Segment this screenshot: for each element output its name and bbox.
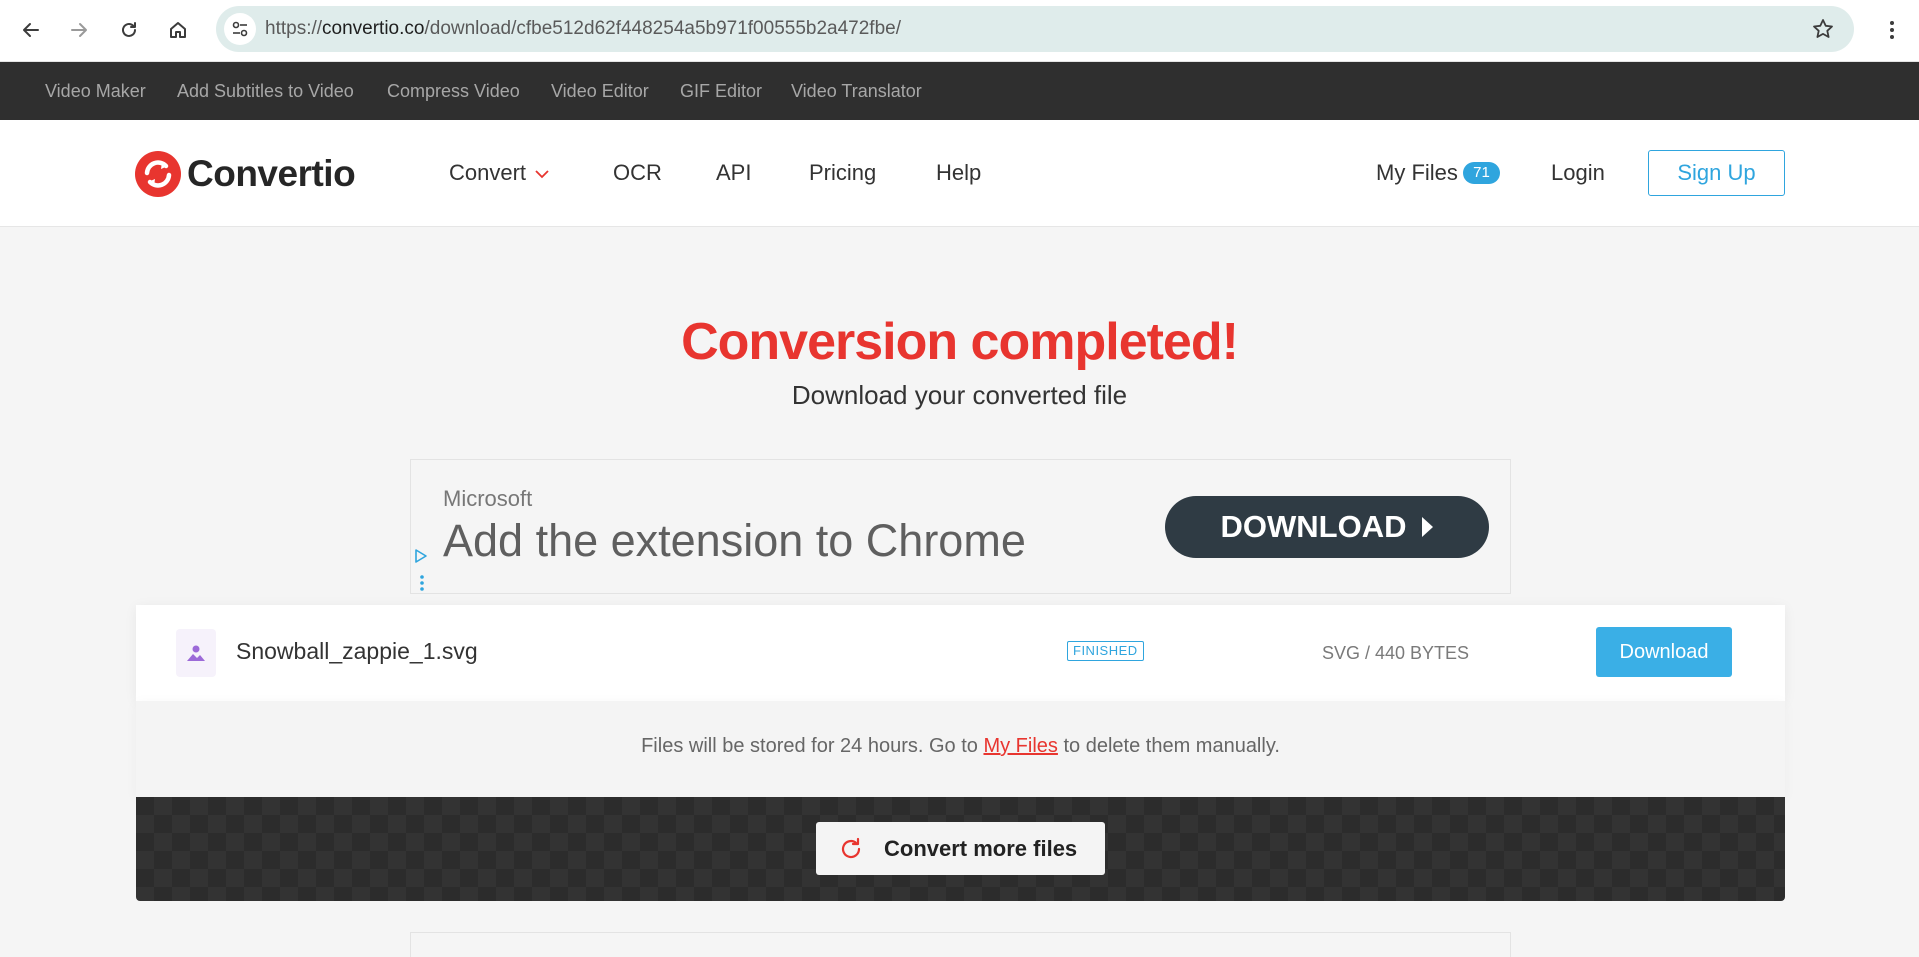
bookmark-star-icon[interactable] — [1812, 18, 1834, 40]
chevron-down-icon — [535, 170, 549, 179]
tools-strip: Video Maker Add Subtitles to Video Compr… — [0, 62, 1919, 120]
url-path: /download/cfbe512d62f448254a5b971f00555b… — [424, 18, 901, 39]
arrow-left-icon — [23, 23, 39, 37]
my-files-count-badge: 71 — [1463, 162, 1500, 184]
tool-link-compress-video[interactable]: Compress Video — [387, 62, 520, 120]
storage-note-text-end: to delete them manually. — [1057, 735, 1280, 757]
file-name: Snowball_zappie_1.svg — [236, 638, 478, 664]
nav-convert-label: Convert — [449, 160, 527, 185]
back-button[interactable] — [13, 12, 49, 48]
tool-link-video-maker[interactable]: Video Maker — [45, 62, 146, 120]
home-icon — [170, 22, 186, 38]
page-subtitle: Download your converted file — [791, 380, 1128, 410]
tool-link-video-translator[interactable]: Video Translator — [791, 62, 922, 120]
storage-note-text: Files will be stored for 24 hours. Go to — [641, 735, 984, 757]
status-badge: FINISHED — [1067, 641, 1144, 661]
ad-download-button[interactable]: DOWNLOAD — [1165, 496, 1489, 558]
tool-link-add-subtitles[interactable]: Add Subtitles to Video — [177, 62, 354, 120]
reload-button[interactable] — [111, 12, 147, 48]
ad-download-label: DOWNLOAD — [1220, 509, 1407, 544]
play-arrow-icon — [1422, 516, 1434, 537]
image-file-icon — [176, 629, 216, 677]
convert-more-label: Convert more files — [884, 835, 1078, 861]
ad-banner[interactable]: Microsoft Add the extension to Chrome DO… — [410, 459, 1511, 594]
storage-note: Files will be stored for 24 hours. Go to… — [136, 701, 1785, 791]
image-icon — [187, 645, 205, 661]
ad-choices-icon[interactable] — [414, 548, 428, 564]
nav-convert[interactable]: Convert — [449, 120, 550, 226]
logo-text: Convertio — [187, 153, 356, 194]
reload-icon — [122, 22, 136, 37]
arrow-right-icon — [71, 23, 87, 37]
site-header: Convertio Convert OCR API Pricing Help M… — [0, 120, 1919, 227]
login-link[interactable]: Login — [1551, 120, 1605, 226]
nav-pricing[interactable]: Pricing — [809, 120, 876, 226]
forward-button[interactable] — [61, 12, 97, 48]
browser-menu-button[interactable] — [1874, 12, 1910, 48]
ad-brand: Microsoft — [443, 486, 533, 511]
convert-more-button[interactable]: Convert more files — [816, 822, 1105, 875]
tool-link-gif-editor[interactable]: GIF Editor — [680, 62, 762, 120]
nav-help[interactable]: Help — [936, 120, 981, 226]
bottom-ad-slot — [410, 932, 1511, 957]
url-scheme: https:// — [265, 18, 323, 39]
file-size: SVG / 440 BYTES — [1322, 643, 1470, 663]
home-button[interactable] — [160, 12, 196, 48]
convertio-logo-icon — [135, 151, 181, 197]
my-files-inline-link[interactable]: My Files — [983, 735, 1057, 757]
browser-toolbar: https://convertio.co/download/cfbe512d62… — [0, 0, 1919, 62]
ad-headline[interactable]: Add the extension to Chrome — [443, 515, 1026, 567]
nav-ocr[interactable]: OCR — [613, 120, 662, 226]
url-text[interactable]: https://convertio.co/download/cfbe512d62… — [265, 6, 901, 52]
site-info-button[interactable] — [224, 13, 256, 45]
address-bar[interactable]: https://convertio.co/download/cfbe512d62… — [216, 6, 1854, 52]
sign-up-button[interactable]: Sign Up — [1648, 150, 1785, 196]
kebab-menu-icon — [1890, 21, 1894, 39]
url-host: convertio.co — [322, 18, 425, 39]
storage-note-band: Files will be stored for 24 hours. Go to… — [136, 701, 1785, 797]
tune-icon — [232, 21, 248, 37]
download-button[interactable]: Download — [1596, 627, 1732, 677]
page-title: Conversion completed! — [681, 313, 1239, 371]
tool-link-video-editor[interactable]: Video Editor — [551, 62, 649, 120]
ad-options-icon[interactable] — [420, 575, 424, 591]
my-files-link[interactable]: My Files — [1376, 120, 1458, 226]
file-row: Snowball_zappie_1.svg FINISHED SVG / 440… — [136, 605, 1785, 701]
nav-api[interactable]: API — [716, 120, 751, 226]
refresh-icon — [841, 837, 861, 858]
logo[interactable]: Convertio — [135, 151, 356, 197]
convert-more-band: Convert more files — [136, 797, 1785, 901]
